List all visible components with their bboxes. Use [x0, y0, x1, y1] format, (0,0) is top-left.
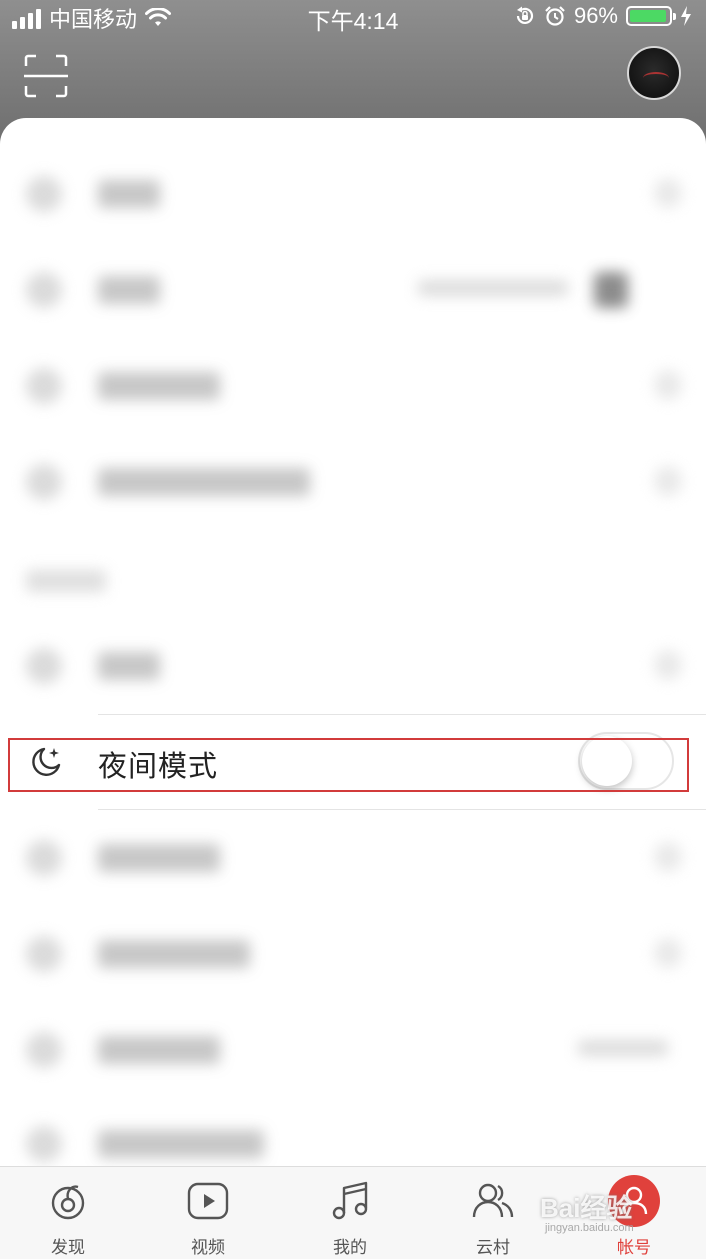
tab-label: 发现 — [51, 1238, 85, 1257]
list-item — [0, 254, 706, 324]
list-item — [0, 350, 706, 420]
friends-icon — [472, 1183, 514, 1218]
watermark-url: jingyan.baidu.com — [545, 1222, 634, 1234]
scan-icon[interactable] — [24, 54, 68, 98]
video-icon — [187, 1182, 229, 1220]
tab-mine[interactable]: 我的 — [300, 1167, 400, 1259]
highlight-box — [8, 738, 689, 792]
divider — [98, 714, 706, 715]
tab-video[interactable]: 视频 — [158, 1167, 258, 1259]
status-right: 96% — [514, 3, 692, 29]
tab-cloud-village[interactable]: 云村 — [443, 1167, 543, 1259]
battery-percent: 96% — [573, 3, 618, 28]
settings-sheet: 夜间模式 — [0, 118, 706, 1168]
alarm-icon — [545, 6, 565, 26]
avatar[interactable] — [627, 46, 681, 100]
list-item — [0, 918, 706, 988]
list-item — [0, 158, 706, 228]
tab-label: 视频 — [191, 1238, 225, 1257]
divider — [98, 809, 706, 810]
status-bar: 中国移动 下午4:14 96% — [0, 0, 706, 34]
tab-discover[interactable]: 发现 — [18, 1167, 118, 1259]
list-item — [0, 822, 706, 892]
rotation-lock-icon — [516, 6, 534, 25]
music-note-icon — [332, 1181, 368, 1220]
charging-icon — [681, 6, 691, 26]
battery-icon — [626, 6, 676, 26]
tab-label: 帐号 — [617, 1238, 651, 1257]
list-item — [0, 1108, 706, 1168]
watermark: Bai经验 — [540, 1193, 633, 1223]
list-item — [0, 1014, 706, 1084]
tab-label: 云村 — [476, 1238, 510, 1257]
list-item — [0, 630, 706, 700]
list-item — [0, 446, 706, 516]
section-label — [26, 570, 106, 592]
discover-icon — [51, 1185, 85, 1220]
tab-label: 我的 — [333, 1238, 367, 1257]
battery-fill — [630, 10, 667, 22]
